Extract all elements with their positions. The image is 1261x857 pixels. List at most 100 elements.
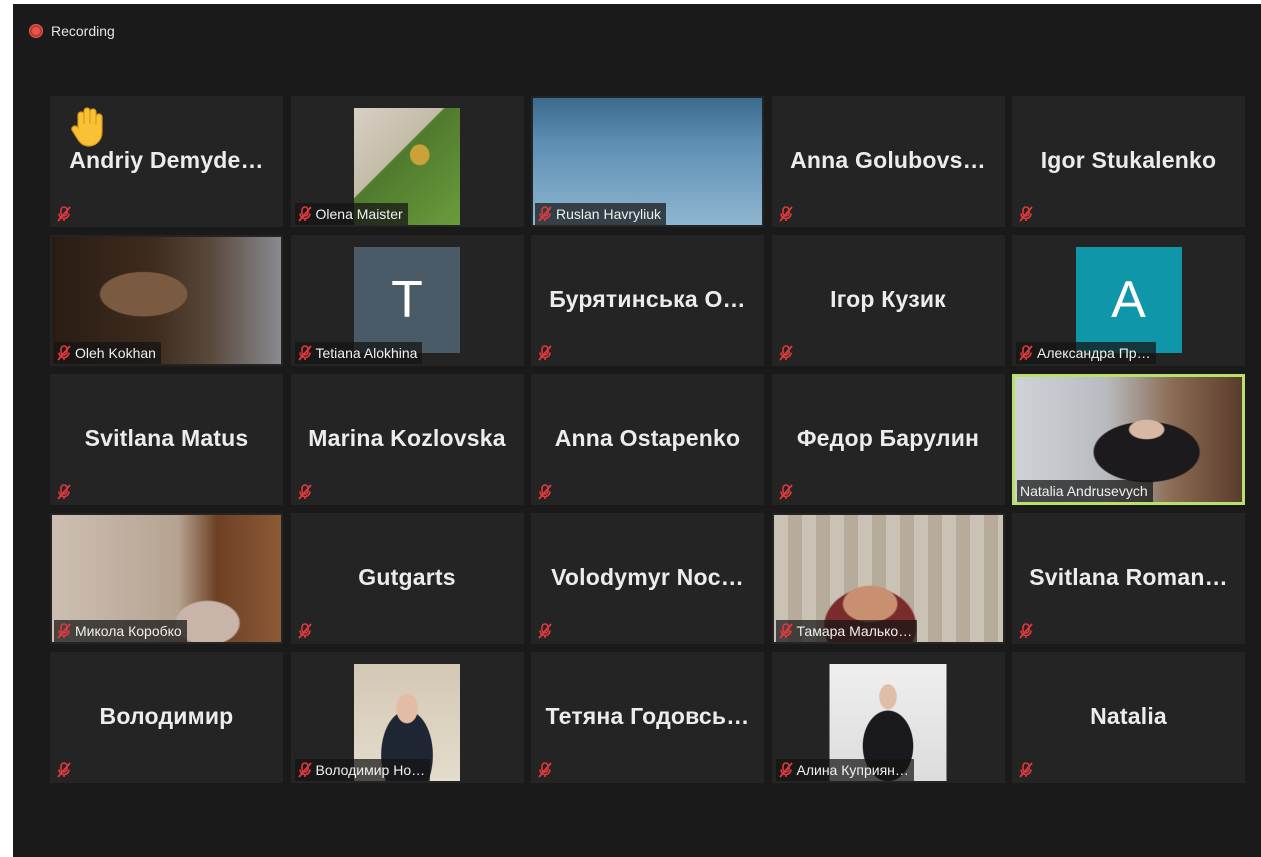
participant-label: Тамара Малько…	[775, 620, 918, 642]
participant-label	[1016, 203, 1038, 225]
microphone-muted-icon	[778, 206, 793, 222]
participant-name: Anna Golubovs…	[790, 146, 986, 173]
participant-label	[776, 481, 798, 503]
recording-label: Recording	[51, 23, 115, 39]
microphone-muted-icon	[1019, 762, 1033, 778]
participant-label	[54, 481, 76, 503]
avatar: A	[1075, 247, 1182, 353]
microphone-muted-icon	[538, 762, 552, 778]
raised-hand-icon	[66, 104, 110, 148]
participant-tile[interactable]: Микола Коробко	[50, 513, 283, 644]
participant-label: Микола Коробко	[54, 620, 187, 642]
microphone-muted-icon	[538, 345, 552, 361]
participant-tile[interactable]: Алина Куприян…	[771, 652, 1005, 783]
participant-name: Svitlana Roman…	[1029, 563, 1228, 590]
participant-label	[1016, 759, 1038, 781]
participant-label-text: Микола Коробко	[75, 623, 182, 639]
participant-name: Ігор Кузик	[830, 285, 946, 312]
participant-tile[interactable]: Svitlana Roman…	[1012, 513, 1245, 644]
participant-tile[interactable]: Oleh Kokhan	[50, 235, 283, 366]
participant-label-text: Володимир Но…	[315, 762, 426, 778]
participant-label-text: Natalia Andrusevych	[1020, 483, 1148, 499]
participant-label: Tetiana Alokhina	[294, 342, 423, 364]
participant-name: Федор Барулин	[796, 424, 980, 451]
participant-label-text: Tetiana Alokhina	[315, 345, 418, 361]
participant-tile[interactable]: Olena Maister	[290, 96, 524, 227]
microphone-muted-icon	[297, 206, 312, 222]
participant-label	[535, 620, 557, 642]
microphone-muted-icon	[297, 345, 312, 361]
participant-name: Тетяна Годовсь…	[545, 702, 750, 729]
microphone-muted-icon	[778, 345, 793, 361]
participant-tile[interactable]: Marina Kozlovska	[290, 374, 524, 505]
participant-tile[interactable]: Svitlana Matus	[50, 374, 283, 505]
participant-label	[295, 481, 317, 503]
participant-label: Алина Куприян…	[775, 759, 914, 781]
participant-name: Andriy Demyde…	[69, 146, 264, 173]
participant-label	[776, 203, 798, 225]
participant-name: Бурятинська О…	[549, 285, 746, 312]
participant-tile[interactable]: Andriy Demyde…	[50, 96, 283, 227]
participant-label: Александра Пр…	[1016, 342, 1156, 364]
participant-label	[535, 342, 557, 364]
participant-grid: Andriy Demyde… Olena Maister Ruslan Havryl…	[50, 96, 1245, 784]
participant-label	[295, 620, 317, 642]
participant-name: Igor Stukalenko	[1040, 146, 1217, 173]
participant-label	[535, 481, 557, 503]
microphone-muted-icon	[297, 623, 312, 639]
participant-tile[interactable]: Igor Stukalenko	[1012, 96, 1245, 227]
participant-tile[interactable]: Бурятинська О…	[531, 235, 764, 366]
microphone-muted-icon	[778, 762, 793, 778]
microphone-muted-icon	[1019, 206, 1033, 222]
microphone-muted-icon	[778, 484, 793, 500]
microphone-muted-icon	[57, 345, 71, 361]
microphone-muted-icon	[297, 762, 312, 778]
microphone-muted-icon	[57, 206, 71, 222]
participant-label-text: Oleh Kokhan	[75, 345, 156, 361]
participant-label: Ruslan Havryliuk	[535, 203, 667, 225]
participant-name: Natalia	[1090, 702, 1167, 729]
recording-dot-icon	[29, 24, 43, 38]
participant-label	[54, 203, 76, 225]
microphone-muted-icon	[538, 484, 552, 500]
recording-indicator[interactable]: Recording	[29, 20, 115, 42]
participant-tile[interactable]: Ruslan Havryliuk	[531, 96, 764, 227]
microphone-muted-icon	[1019, 345, 1033, 361]
participant-tile[interactable]: A Александра Пр…	[1012, 235, 1245, 366]
participant-name: Volodymyr Noc…	[551, 563, 744, 590]
participant-tile[interactable]: Anna Ostapenko	[531, 374, 764, 505]
participant-label	[776, 342, 798, 364]
participant-tile[interactable]: T Tetiana Alokhina	[290, 235, 524, 366]
participant-label-text: Алина Куприян…	[796, 762, 909, 778]
participant-tile[interactable]: Gutgarts	[290, 513, 524, 644]
participant-label: Natalia Andrusevych	[1017, 480, 1153, 502]
meeting-window: Recording Andriy Demyde… Olena Maister Rus…	[13, 4, 1261, 857]
participant-name: Marina Kozlovska	[308, 424, 506, 451]
microphone-muted-icon	[538, 206, 552, 222]
microphone-muted-icon	[57, 623, 71, 639]
participant-tile[interactable]: Ігор Кузик	[771, 235, 1005, 366]
participant-tile[interactable]: Anna Golubovs…	[771, 96, 1005, 227]
participant-tile[interactable]: Тамара Малько…	[771, 513, 1005, 644]
microphone-muted-icon	[57, 762, 71, 778]
participant-tile[interactable]: Володимир Но…	[290, 652, 524, 783]
participant-tile[interactable]: Федор Барулин	[771, 374, 1005, 505]
participant-tile[interactable]: Тетяна Годовсь…	[531, 652, 764, 783]
microphone-muted-icon	[297, 484, 312, 500]
participant-label	[535, 759, 557, 781]
participant-label	[1016, 620, 1038, 642]
participant-tile[interactable]: Volodymyr Noc…	[531, 513, 764, 644]
participant-label: Oleh Kokhan	[54, 342, 161, 364]
participant-tile[interactable]: Володимир	[50, 652, 283, 783]
participant-label	[54, 759, 76, 781]
microphone-muted-icon	[1019, 623, 1033, 639]
participant-label-text: Александра Пр…	[1037, 345, 1151, 361]
microphone-muted-icon	[57, 484, 71, 500]
microphone-muted-icon	[538, 623, 552, 639]
participant-tile[interactable]: Natalia	[1012, 652, 1245, 783]
participant-tile[interactable]: Natalia Andrusevych	[1012, 374, 1245, 505]
participant-label-text: Olena Maister	[315, 206, 403, 222]
participant-name: Svitlana Matus	[84, 424, 249, 451]
participant-name: Gutgarts	[358, 563, 456, 590]
participant-label: Володимир Но…	[294, 759, 431, 781]
